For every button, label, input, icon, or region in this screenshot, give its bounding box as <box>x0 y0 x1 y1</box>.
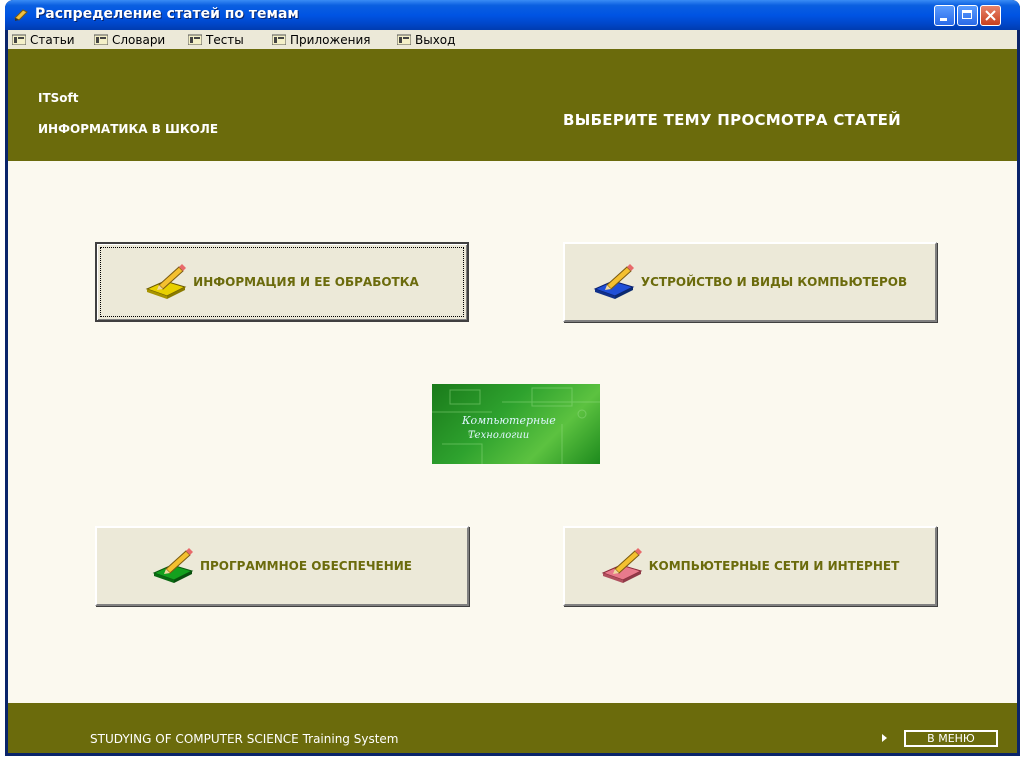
main-content: ITSoft ИНФОРМАТИКА В ШКОЛЕ ВЫБЕРИТЕ ТЕМУ… <box>8 49 1017 753</box>
menu-item-articles[interactable]: Статьи <box>12 30 75 49</box>
menu-folder-icon <box>397 34 411 45</box>
footer-caption: STUDYING OF COMPUTER SCIENCE Training Sy… <box>90 732 399 746</box>
menu-item-exit[interactable]: Выход <box>397 30 455 49</box>
title-bar[interactable]: Распределение статей по темам <box>5 0 1020 30</box>
window-title: Распределение статей по темам <box>35 6 299 22</box>
menu-label: Приложения <box>290 32 371 47</box>
topic-label: КОМПЬЮТЕРНЫЕ СЕТИ И ИНТЕРНЕТ <box>648 559 900 573</box>
topic-label: УСТРОЙСТВО И ВИДЫ КОМПЬЮТЕРОВ <box>640 275 908 289</box>
close-icon <box>985 10 996 21</box>
menu-item-tests[interactable]: Тесты <box>188 30 244 49</box>
menu-label: Выход <box>415 32 456 47</box>
pencil-blue-icon <box>593 264 635 299</box>
menu-folder-icon <box>272 34 286 45</box>
topic-button-networks[interactable]: КОМПЬЮТЕРНЫЕ СЕТИ И ИНТЕРНЕТ <box>563 526 937 606</box>
app-icon <box>14 9 28 21</box>
menu-label: Статьи <box>30 32 75 47</box>
pencil-yellow-icon <box>145 264 187 299</box>
menu-item-dictionaries[interactable]: Словари <box>94 30 165 49</box>
menu-folder-icon <box>188 34 202 45</box>
menu-label: Тесты <box>206 32 244 47</box>
topic-label: ПРОГРАММНОЕ ОБЕСПЕЧЕНИЕ <box>199 559 413 573</box>
arrow-right-icon <box>882 734 887 742</box>
pencil-green-icon <box>152 548 194 583</box>
topic-button-computers[interactable]: УСТРОЙСТВО И ВИДЫ КОМПЬЮТЕРОВ <box>563 242 937 322</box>
company-logo: Компьютерные Технологии <box>432 384 600 464</box>
menu-label: Словари <box>112 32 166 47</box>
header-banner: ITSoft ИНФОРМАТИКА В ШКОЛЕ ВЫБЕРИТЕ ТЕМУ… <box>8 49 1017 161</box>
logo-line-2: Технологии <box>468 430 530 441</box>
page-prompt: ВЫБЕРИТЕ ТЕМУ ПРОСМОТРА СТАТЕЙ <box>563 111 902 129</box>
logo-line-1: Компьютерные <box>462 414 556 427</box>
menu-bar: Статьи Словари Тесты Приложения Выход <box>8 30 1017 49</box>
app-subtitle: ИНФОРМАТИКА В ШКОЛЕ <box>38 122 219 136</box>
app-window: Распределение статей по темам Статьи Сло… <box>5 0 1020 756</box>
maximize-button[interactable] <box>957 5 978 26</box>
menu-folder-icon <box>94 34 108 45</box>
close-button[interactable] <box>980 5 1001 26</box>
topic-button-information[interactable]: ИНФОРМАЦИЯ И ЕЕ ОБРАБОТКА <box>95 242 469 322</box>
brand-name: ITSoft <box>38 91 79 105</box>
footer-bar: STUDYING OF COMPUTER SCIENCE Training Sy… <box>8 703 1017 753</box>
pencil-pink-icon <box>601 548 643 583</box>
topic-button-software[interactable]: ПРОГРАММНОЕ ОБЕСПЕЧЕНИЕ <box>95 526 469 606</box>
back-to-menu-button[interactable]: В МЕНЮ <box>904 730 998 747</box>
menu-folder-icon <box>12 34 26 45</box>
topic-label: ИНФОРМАЦИЯ И ЕЕ ОБРАБОТКА <box>193 275 419 289</box>
menu-item-applications[interactable]: Приложения <box>272 30 371 49</box>
minimize-button[interactable] <box>934 5 955 26</box>
